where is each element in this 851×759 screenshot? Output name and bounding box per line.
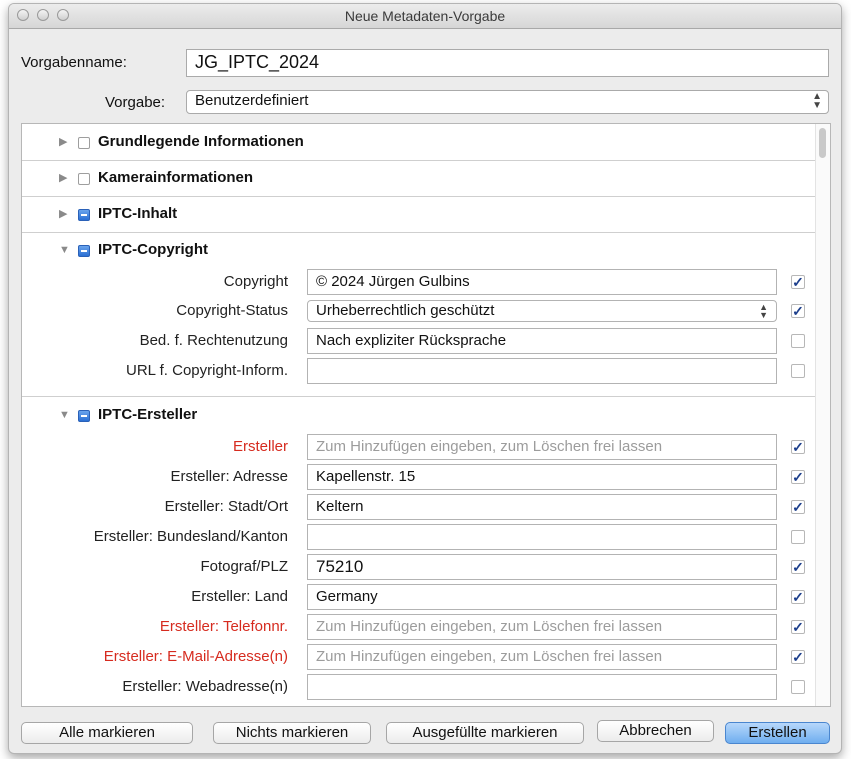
field-label-postal-code: Fotograf/PLZ bbox=[200, 558, 288, 575]
section-iptc-creator-checkbox[interactable] bbox=[78, 410, 90, 422]
copyright-status-checkbox[interactable]: ✓ bbox=[791, 304, 805, 318]
window-title: Neue Metadaten-Vorgabe bbox=[344, 8, 506, 24]
section-camera-info[interactable]: ▶ Kamerainformationen bbox=[22, 160, 816, 197]
creator-email-checkbox[interactable]: ✓ bbox=[791, 650, 805, 664]
cancel-button[interactable]: Abbrechen bbox=[597, 720, 714, 742]
field-label-creator-country: Ersteller: Land bbox=[191, 588, 288, 605]
select-none-button[interactable]: Nichts markieren bbox=[213, 722, 371, 744]
section-basic-checkbox[interactable] bbox=[78, 137, 90, 149]
copyright-url-checkbox[interactable] bbox=[791, 364, 805, 378]
field-label-usage-terms: Bed. f. Rechtenutzung bbox=[139, 332, 288, 349]
title-bar: Neue Metadaten-Vorgabe bbox=[9, 4, 841, 29]
copyright-checkbox[interactable]: ✓ bbox=[791, 275, 805, 289]
field-label-copyright-url: URL f. Copyright-Inform. bbox=[126, 362, 288, 379]
creator-email-input[interactable]: Zum Hinzufügen eingeben, zum Löschen fre… bbox=[307, 644, 777, 670]
select-filled-button[interactable]: Ausgefüllte markieren bbox=[386, 722, 584, 744]
disclosure-triangle-down-icon[interactable]: ▼ bbox=[59, 244, 70, 256]
field-label-creator-website: Ersteller: Webadresse(n) bbox=[122, 678, 288, 695]
preset-select[interactable]: Benutzerdefiniert ▲ ▼ bbox=[186, 90, 829, 114]
creator-address-input[interactable]: Kapellenstr. 15 bbox=[307, 464, 777, 490]
metadata-preset-dialog: Neue Metadaten-Vorgabe Vorgabenname: JG_… bbox=[8, 3, 842, 754]
field-label-creator-phone: Ersteller: Telefonnr. bbox=[159, 618, 288, 635]
disclosure-triangle-right-icon[interactable]: ▶ bbox=[59, 207, 67, 220]
select-all-button[interactable]: Alle markieren bbox=[21, 722, 193, 744]
section-basic-info[interactable]: ▶ Grundlegende Informationen bbox=[22, 124, 816, 161]
field-label-creator-city: Ersteller: Stadt/Ort bbox=[164, 498, 288, 515]
creator-website-checkbox[interactable] bbox=[791, 680, 805, 694]
field-label-copyright-status: Copyright-Status bbox=[176, 302, 288, 319]
scrollbar-thumb[interactable] bbox=[819, 128, 826, 158]
postal-code-input[interactable]: 75210 bbox=[307, 554, 777, 580]
disclosure-triangle-right-icon[interactable]: ▶ bbox=[59, 135, 67, 148]
section-iptc-copyright-checkbox[interactable] bbox=[78, 245, 90, 257]
creator-phone-checkbox[interactable]: ✓ bbox=[791, 620, 805, 634]
usage-terms-input[interactable]: Nach expliziter Rücksprache bbox=[307, 328, 777, 354]
creator-state-input[interactable] bbox=[307, 524, 777, 550]
copyright-input[interactable]: © 2024 Jürgen Gulbins bbox=[307, 269, 777, 295]
section-iptc-content[interactable]: ▶ IPTC-Inhalt bbox=[22, 196, 816, 233]
creator-phone-input[interactable]: Zum Hinzufügen eingeben, zum Löschen fre… bbox=[307, 614, 777, 640]
preset-name-label: Vorgabenname: bbox=[21, 54, 127, 71]
section-title: IPTC-Ersteller bbox=[98, 406, 198, 423]
copyright-status-select[interactable]: Urheberrechtlich geschützt ▲ ▼ bbox=[307, 300, 777, 322]
preset-label: Vorgabe: bbox=[105, 94, 166, 111]
copyright-url-input[interactable] bbox=[307, 358, 777, 384]
creator-website-input[interactable] bbox=[307, 674, 777, 700]
field-label-creator: Ersteller bbox=[232, 438, 288, 455]
disclosure-triangle-right-icon[interactable]: ▶ bbox=[59, 171, 67, 184]
creator-city-input[interactable]: Keltern bbox=[307, 494, 777, 520]
vertical-scrollbar[interactable] bbox=[815, 124, 830, 706]
field-label-creator-state: Ersteller: Bundesland/Kanton bbox=[93, 528, 288, 545]
creator-state-checkbox[interactable] bbox=[791, 530, 805, 544]
section-iptc-copyright: ▼ IPTC-Copyright Copyright © 2024 Jürgen… bbox=[22, 232, 816, 397]
preset-select-value: Benutzerdefiniert bbox=[195, 92, 309, 109]
creator-country-checkbox[interactable]: ✓ bbox=[791, 590, 805, 604]
section-title: Grundlegende Informationen bbox=[98, 133, 304, 150]
up-down-arrows-icon: ▲ ▼ bbox=[812, 91, 822, 111]
field-label-copyright: Copyright bbox=[223, 273, 288, 290]
field-label-creator-address: Ersteller: Adresse bbox=[170, 468, 288, 485]
section-title: Kamerainformationen bbox=[98, 169, 254, 186]
field-label-creator-email: Ersteller: E-Mail-Adresse(n) bbox=[103, 648, 288, 665]
creator-address-checkbox[interactable]: ✓ bbox=[791, 470, 805, 484]
section-title: IPTC-Inhalt bbox=[98, 205, 178, 222]
creator-city-checkbox[interactable]: ✓ bbox=[791, 500, 805, 514]
section-camera-checkbox[interactable] bbox=[78, 173, 90, 185]
creator-input[interactable]: Zum Hinzufügen eingeben, zum Löschen fre… bbox=[307, 434, 777, 460]
metadata-fields-panel[interactable]: ▶ Grundlegende Informationen ▶ Kamerainf… bbox=[21, 123, 831, 707]
up-down-arrows-icon: ▲ ▼ bbox=[759, 302, 768, 320]
section-title: IPTC-Copyright bbox=[98, 241, 208, 258]
preset-name-input[interactable]: JG_IPTC_2024 bbox=[186, 49, 829, 77]
section-iptc-content-checkbox[interactable] bbox=[78, 209, 90, 221]
creator-country-input[interactable]: Germany bbox=[307, 584, 777, 610]
usage-terms-checkbox[interactable] bbox=[791, 334, 805, 348]
creator-checkbox[interactable]: ✓ bbox=[791, 440, 805, 454]
disclosure-triangle-down-icon[interactable]: ▼ bbox=[59, 409, 70, 421]
postal-code-checkbox[interactable]: ✓ bbox=[791, 560, 805, 574]
copyright-status-value: Urheberrechtlich geschützt bbox=[316, 302, 495, 319]
create-button[interactable]: Erstellen bbox=[725, 722, 830, 744]
section-iptc-creator: ▼ IPTC-Ersteller Ersteller Zum Hinzufüge… bbox=[22, 397, 816, 706]
